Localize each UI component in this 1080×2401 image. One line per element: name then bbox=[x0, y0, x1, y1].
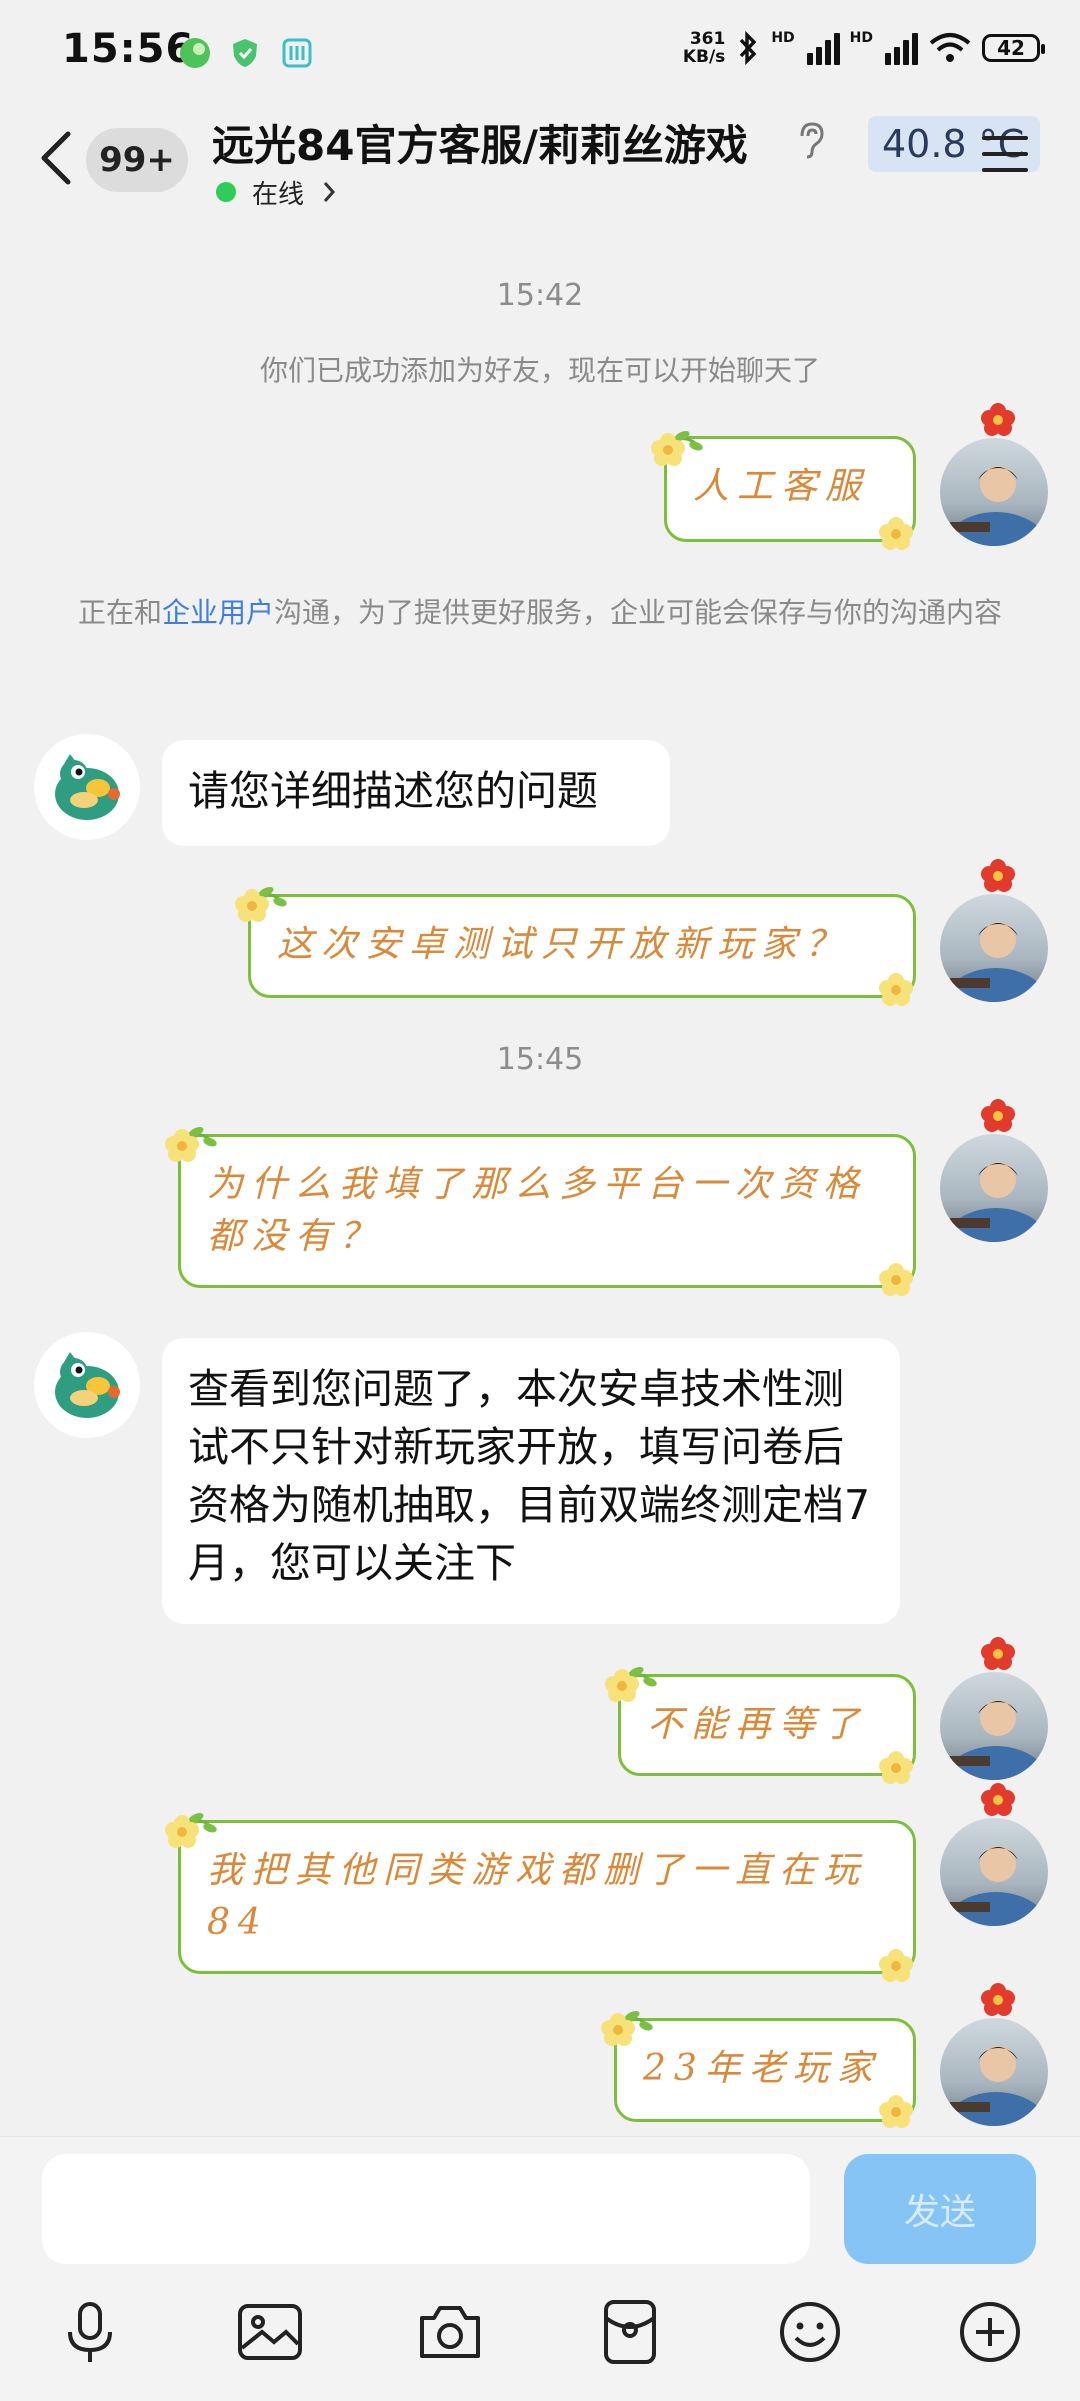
battery-icon: 42 bbox=[982, 34, 1045, 62]
camera-icon[interactable] bbox=[414, 2296, 486, 2368]
my-message-bubble[interactable]: 为什么我填了那么多平台一次资格都没有？ bbox=[178, 1134, 916, 1288]
flower-decoration-icon bbox=[165, 1809, 220, 1848]
signal-icon-1 bbox=[806, 31, 840, 65]
unread-count-badge[interactable]: 99+ bbox=[86, 128, 188, 192]
message-text: 不能再等了 bbox=[647, 1704, 868, 1745]
service-avatar[interactable] bbox=[34, 1332, 140, 1438]
bluetooth-icon bbox=[740, 31, 757, 65]
message-text: 查看到您问题了，本次安卓技术性测试不只针对新玩家开放，填写问卷后资格为随机抽取，… bbox=[188, 1365, 871, 1587]
plus-icon[interactable] bbox=[954, 2296, 1026, 2368]
signal-icon-2 bbox=[885, 31, 918, 65]
message-text: 23年老玩家 bbox=[643, 2048, 881, 2089]
red-flower-icon bbox=[981, 1637, 1015, 1670]
red-flower-icon bbox=[981, 1983, 1015, 2016]
online-status-dot bbox=[216, 182, 236, 202]
net-speed-unit: KB/s bbox=[682, 47, 726, 67]
my-avatar[interactable] bbox=[940, 894, 1048, 1002]
flower-decoration-icon bbox=[165, 1123, 220, 1162]
timestamp: 15:45 bbox=[496, 1042, 584, 1077]
red-flower-icon bbox=[981, 403, 1015, 436]
service-avatar[interactable] bbox=[34, 734, 140, 840]
service-message-bubble[interactable]: 请您详细描述您的问题 bbox=[162, 740, 670, 846]
message-input[interactable] bbox=[42, 2154, 810, 2264]
red-flower-icon bbox=[981, 1099, 1015, 1132]
service-message-bubble[interactable]: 查看到您问题了，本次安卓技术性测试不只针对新玩家开放，填写问卷后资格为随机抽取，… bbox=[162, 1338, 900, 1624]
image-icon[interactable] bbox=[234, 2296, 306, 2368]
net-speed-value: 361 bbox=[689, 29, 726, 49]
flower-decoration-icon bbox=[601, 2007, 656, 2046]
system-message-friend-added: 你们已成功添加为好友，现在可以开始聊天了 bbox=[259, 354, 820, 387]
my-message-bubble[interactable]: 我把其他同类游戏都删了一直在玩84 bbox=[178, 1820, 916, 1974]
enterprise-user-link[interactable]: 企业用户 bbox=[162, 596, 274, 629]
chevron-right-icon bbox=[323, 182, 336, 202]
hd-label-2: HD bbox=[849, 30, 873, 46]
status-right: 361 KB/s HD HD 42 bbox=[683, 30, 1045, 66]
online-status-text[interactable]: 在线 bbox=[252, 174, 304, 211]
book-app-icon bbox=[282, 38, 312, 68]
flower-decoration-icon bbox=[879, 1263, 913, 1296]
notice-text: 正在和 bbox=[77, 596, 162, 629]
ear-icon[interactable] bbox=[794, 120, 828, 160]
hd-label-1: HD bbox=[771, 30, 795, 46]
message-text: 请您详细描述您的问题 bbox=[188, 767, 598, 815]
chat-title[interactable]: 远光84官方客服/莉莉丝游戏 bbox=[212, 112, 748, 173]
flower-decoration-icon bbox=[235, 883, 290, 922]
flower-decoration-icon bbox=[879, 973, 913, 1006]
shield-app-icon bbox=[233, 39, 257, 67]
mic-icon[interactable] bbox=[54, 2296, 126, 2368]
flower-decoration-icon bbox=[879, 1751, 913, 1784]
red-flower-icon bbox=[981, 859, 1015, 892]
flower-decoration-icon bbox=[651, 427, 706, 466]
red-flower-icon bbox=[981, 1783, 1015, 1816]
emoji-icon[interactable] bbox=[774, 2296, 846, 2368]
my-avatar[interactable] bbox=[940, 2018, 1048, 2126]
app-notification-icon bbox=[180, 38, 210, 68]
net-speed: 361 KB/s bbox=[683, 30, 725, 66]
flower-decoration-icon bbox=[879, 2095, 913, 2128]
timestamp: 15:42 bbox=[496, 278, 584, 313]
my-avatar[interactable] bbox=[940, 1672, 1048, 1780]
status-bar: 15:56 361 KB/s HD HD 42 bbox=[0, 0, 1080, 100]
my-message-bubble[interactable]: 这次安卓测试只开放新玩家？ bbox=[248, 894, 916, 998]
send-button[interactable]: 发送 bbox=[844, 2154, 1036, 2264]
flower-decoration-icon bbox=[879, 517, 913, 550]
flower-decoration-icon bbox=[605, 1663, 660, 1702]
my-avatar[interactable] bbox=[940, 1818, 1048, 1926]
message-text: 这次安卓测试只开放新玩家？ bbox=[277, 924, 850, 965]
system-message-enterprise: 正在和企业用户沟通，为了提供更好服务，企业可能会保存与你的沟通内容 bbox=[60, 588, 1020, 638]
status-time: 15:56 bbox=[62, 26, 195, 72]
wifi-icon bbox=[929, 33, 971, 62]
menu-icon[interactable] bbox=[980, 132, 1030, 176]
red-packet-icon[interactable] bbox=[594, 2296, 666, 2368]
flower-decoration-icon bbox=[879, 1949, 913, 1982]
message-text: 我把其他同类游戏都删了一直在玩84 bbox=[207, 1850, 868, 1943]
my-avatar[interactable] bbox=[940, 438, 1048, 546]
my-avatar[interactable] bbox=[940, 1134, 1048, 1242]
back-arrow-icon[interactable] bbox=[34, 128, 78, 188]
notice-text: 沟通，为了提供更好服务，企业可能会保存与你的沟通内容 bbox=[274, 596, 1003, 629]
message-text: 为什么我填了那么多平台一次资格都没有？ bbox=[207, 1164, 868, 1257]
